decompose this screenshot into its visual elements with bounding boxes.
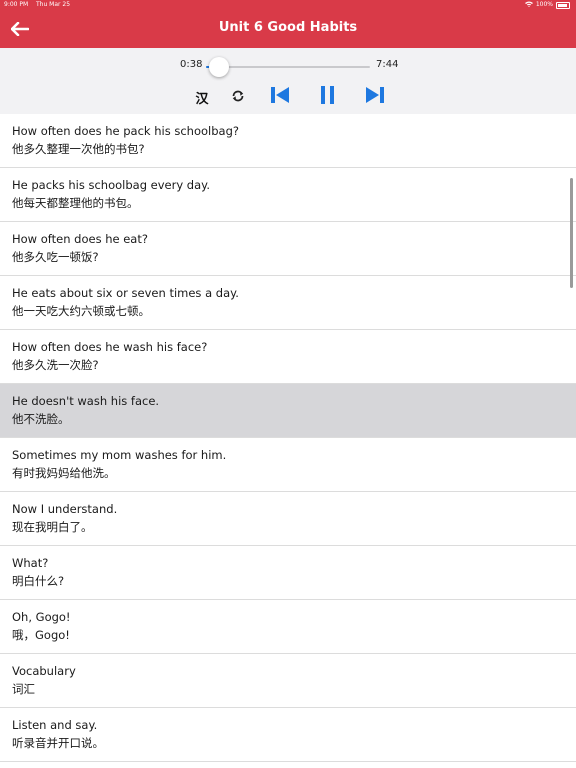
sentence-english: He eats about six or seven times a day.: [12, 286, 239, 300]
total-time: 7:44: [376, 59, 399, 70]
current-time: 0:38: [180, 59, 203, 70]
status-date: Thu Mar 25: [36, 1, 71, 8]
sentence-chinese: 明白什么?: [12, 574, 65, 588]
pause-button[interactable]: [318, 86, 336, 108]
page-title: Unit 6 Good Habits: [218, 20, 358, 35]
sentence-row[interactable]: Listen and say. 听录音并开口说。: [0, 708, 576, 762]
sentence-chinese: 词汇: [12, 682, 35, 696]
sentence-english: How often does he wash his face?: [12, 340, 208, 354]
sentence-row[interactable]: Sometimes my mom washes for him. 有时我妈妈给他洗…: [0, 438, 576, 492]
app-header: 9:00 PM Thu Mar 25 100% Unit 6 Good Habi…: [0, 0, 576, 48]
sentence-chinese: 现在我明白了。: [12, 520, 93, 534]
next-button[interactable]: [364, 86, 386, 108]
skip-previous-icon: [271, 87, 289, 107]
sentence-row[interactable]: What? 明白什么?: [0, 546, 576, 600]
sentence-row[interactable]: Oh, Gogo! 哦，Gogo!: [0, 600, 576, 654]
sentence-english: Vocabulary: [12, 664, 76, 678]
language-toggle-button[interactable]: 汉: [193, 86, 211, 108]
sentence-chinese: 他多久整理一次他的书包?: [12, 142, 145, 156]
repeat-button[interactable]: [229, 86, 247, 108]
status-time: 9:00 PM: [4, 1, 29, 8]
sentence-chinese: 他一天吃大约六顿或七顿。: [12, 304, 150, 318]
sentence-english: Now I understand.: [12, 502, 118, 516]
pause-icon: [320, 86, 334, 108]
audio-player: 0:38 7:44 汉: [0, 48, 576, 114]
sentence-english: Listen and say.: [12, 718, 98, 732]
repeat-icon: [231, 88, 245, 107]
player-controls: 汉: [0, 86, 576, 108]
sentence-row[interactable]: Vocabulary 词汇: [0, 654, 576, 708]
sentence-list: How often does he pack his schoolbag? 他多久…: [0, 114, 576, 768]
skip-next-icon: [366, 87, 384, 107]
sentence-english: He packs his schoolbag every day.: [12, 178, 210, 192]
status-right: 100%: [524, 0, 570, 10]
sentence-row[interactable]: How often does he eat? 他多久吃一顿饭?: [0, 222, 576, 276]
sentence-row[interactable]: How often does he wash his face? 他多久洗一次脸?: [0, 330, 576, 384]
sentence-row[interactable]: How often does he pack his schoolbag? 他多久…: [0, 114, 576, 168]
arrow-left-icon: [10, 21, 30, 40]
sentence-row[interactable]: He eats about six or seven times a day. 他…: [0, 276, 576, 330]
sentence-english: How often does he eat?: [12, 232, 148, 246]
status-bar: 9:00 PM Thu Mar 25 100%: [0, 0, 576, 10]
scrollbar[interactable]: [570, 178, 573, 288]
sentence-english: Oh, Gogo!: [12, 610, 71, 624]
battery-icon: [556, 1, 570, 9]
back-button[interactable]: [8, 18, 32, 42]
battery-percent: 100%: [535, 1, 553, 8]
progress-slider[interactable]: [206, 57, 370, 77]
sentence-english: How often does he pack his schoolbag?: [12, 124, 239, 138]
sentence-english: He doesn't wash his face.: [12, 394, 160, 408]
sentence-chinese: 哦，Gogo!: [12, 628, 70, 642]
sentence-row[interactable]: Now I understand. 现在我明白了。: [0, 492, 576, 546]
sentence-english: What?: [12, 556, 49, 570]
sentence-chinese: 他多久吃一顿饭?: [12, 250, 99, 264]
sentence-chinese: 有时我妈妈给他洗。: [12, 466, 116, 480]
progress-thumb[interactable]: [209, 57, 230, 77]
sentence-row[interactable]: He doesn't wash his face. 他不洗脸。: [0, 384, 576, 438]
previous-button[interactable]: [270, 86, 290, 108]
sentence-row[interactable]: He packs his schoolbag every day. 他每天都整理他…: [0, 168, 576, 222]
sentence-chinese: 听录音并开口说。: [12, 736, 104, 750]
sentence-chinese: 他多久洗一次脸?: [12, 358, 99, 372]
sentence-chinese: 他不洗脸。: [12, 412, 70, 426]
sentence-english: Sometimes my mom washes for him.: [12, 448, 227, 462]
sentence-chinese: 他每天都整理他的书包。: [12, 196, 139, 210]
wifi-icon: [524, 0, 533, 10]
